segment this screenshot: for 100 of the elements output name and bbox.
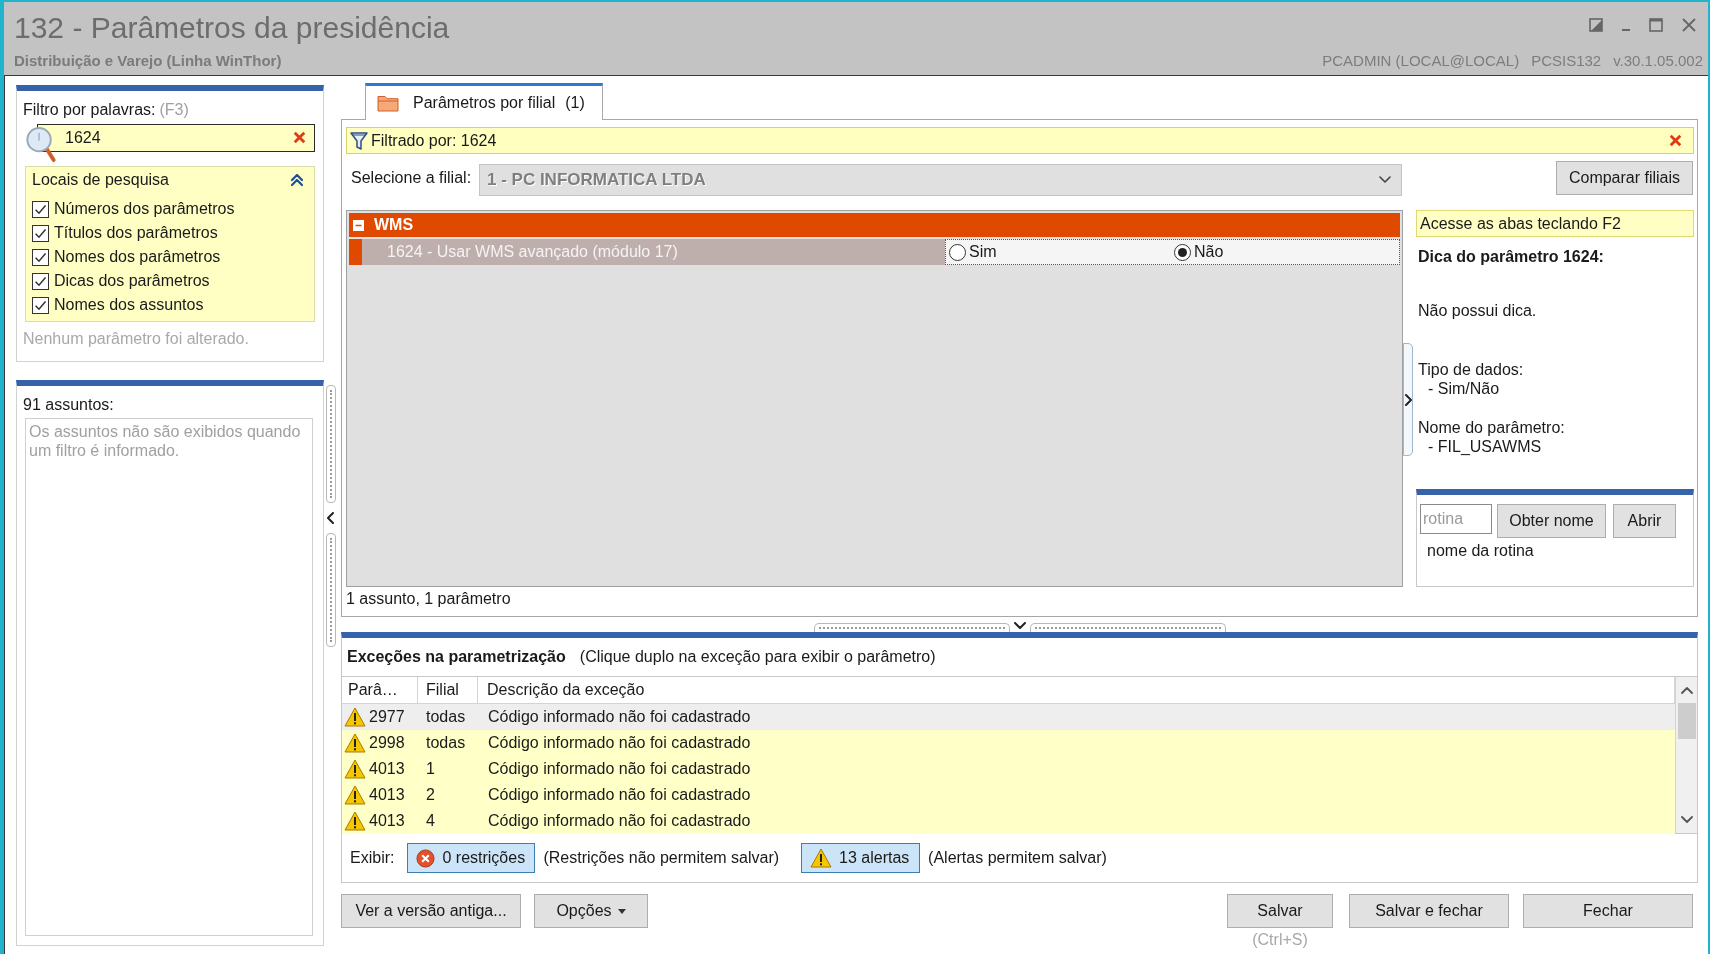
table-row[interactable]: 2977 todas Código informado não foi cadastrado [342, 704, 1675, 730]
column-header[interactable]: Parâ… [342, 677, 418, 703]
scroll-up-icon[interactable] [1680, 687, 1693, 694]
folder-icon [377, 94, 399, 112]
open-button[interactable]: Abrir [1613, 504, 1676, 538]
scrollbar-thumb[interactable] [1677, 703, 1696, 739]
branch-label: Selecione a filial: [351, 168, 473, 188]
table-cell-text: Código informado não foi cadastrado [487, 733, 751, 753]
table-row[interactable]: 2998 todas Código informado não foi cadastrado [342, 730, 1675, 756]
search-field[interactable]: 1624 [37, 124, 315, 152]
subjects-count: 91 assuntos: [23, 395, 115, 415]
radio-label: Sim [969, 242, 997, 262]
exceptions-note: (Clique duplo na exceção para exibir o parâmetro) [579, 647, 936, 667]
radio-label: Não [1194, 242, 1224, 262]
collapse-left-icon[interactable] [327, 512, 334, 524]
scroll-down-icon[interactable] [1680, 816, 1693, 823]
save-button[interactable]: Salvar [1227, 894, 1333, 928]
table-row[interactable]: 4013 1 Código informado não foi cadastrado [342, 756, 1675, 782]
status-text: Nenhum parâmetro foi alterado. [23, 329, 250, 349]
detail-value: - FIL_USAWMS [1427, 437, 1543, 456]
option-group[interactable]: Sim Não [945, 239, 1400, 265]
program-code: PCSIS132 [1531, 51, 1602, 71]
routine-field[interactable]: rotina [1420, 504, 1492, 534]
checkbox[interactable] [32, 272, 49, 290]
warning-icon [344, 733, 366, 753]
radio-button[interactable] [949, 243, 966, 261]
summary-text: 1 assunto, 1 parâmetro [346, 589, 511, 609]
caret-down-icon [617, 908, 626, 914]
column-header[interactable]: Filial [418, 677, 478, 703]
warning-icon [344, 785, 366, 805]
collapse-down-icon[interactable] [1013, 622, 1026, 629]
warning-icon [344, 707, 366, 727]
options-menu-button[interactable]: Opções [534, 894, 648, 928]
old-version-button[interactable]: Ver a versão antiga... [341, 894, 521, 928]
show-label: Exibir: [350, 848, 395, 868]
scrollbar[interactable] [1675, 677, 1697, 833]
splitter-grip[interactable] [1403, 343, 1413, 456]
splitter-grip[interactable] [1029, 623, 1226, 632]
clear-filter-icon[interactable] [1669, 134, 1682, 147]
restore-icon[interactable] [1589, 18, 1603, 32]
checkbox[interactable] [32, 248, 49, 266]
funnel-icon [350, 130, 368, 151]
group-header[interactable]: WMS [349, 213, 1400, 237]
table-cell-text: todas [425, 707, 467, 727]
splitter-grip[interactable] [813, 623, 1010, 632]
warning-icon [810, 848, 833, 868]
warning-icon [344, 811, 366, 831]
filter-toggle[interactable]: 13 alertas [801, 843, 921, 873]
empty-message: Os assuntos não são exibidos quando um filtro é informado. [29, 422, 302, 460]
table-cell: 2977 [369, 707, 405, 727]
table-cell-text: 1 [425, 759, 436, 779]
splitter-grip[interactable] [325, 385, 336, 503]
table-row[interactable]: 4013 4 Código informado não foi cadastrado [342, 808, 1675, 834]
table-cell: 4013 [369, 785, 405, 805]
table-row[interactable]: 4013 2 Código informado não foi cadastrado [342, 782, 1675, 808]
detail-heading: Tipo de dados: [1418, 360, 1525, 379]
detail-heading: Nome do parâmetro: [1418, 418, 1566, 437]
toggle-note: (Alertas permitem salvar) [928, 848, 1107, 868]
filter-toggle[interactable]: 0 restrições [407, 843, 536, 873]
close-icon[interactable] [1682, 18, 1696, 32]
table-cell-text: Código informado não foi cadastrado [487, 759, 751, 779]
notice-banner: Acesse as abas teclando F2 [1416, 210, 1694, 237]
window-title: 132 - Parâmetros da presidência [14, 10, 450, 46]
checkbox-label: Dicas dos parâmetros [54, 271, 210, 291]
exceptions-title: Exceções na parametrização [347, 647, 566, 667]
hint-title: Dica do parâmetro 1624: [1418, 247, 1605, 267]
filter-text: Filtrado por: 1624 [371, 130, 497, 151]
version-label: v.30.1.05.002 [1613, 51, 1703, 71]
tab[interactable]: Parâmetros por filial (1) [365, 83, 603, 120]
toggle-note: (Restrições não permitem salvar) [543, 848, 780, 868]
checkbox-label: Títulos dos parâmetros [54, 223, 218, 243]
save-and-close-button[interactable]: Salvar e fechar [1349, 894, 1509, 928]
checkbox[interactable] [32, 200, 49, 218]
expand-right-icon[interactable] [1404, 393, 1412, 406]
filter-label: Filtro por palavras: [23, 100, 156, 120]
routine-name: nome da rotina [1426, 541, 1535, 561]
collapse-icon[interactable] [291, 174, 303, 186]
table-cell: 4013 [369, 811, 405, 831]
radio-button[interactable] [1174, 243, 1191, 261]
table-cell-text: 2 [425, 785, 436, 805]
compare-button[interactable]: Comparar filiais [1556, 161, 1693, 195]
table-cell-text: Código informado não foi cadastrado [487, 811, 751, 831]
group-indent-bar [349, 239, 362, 265]
chevron-down-icon [1379, 176, 1391, 183]
user-label: PCADMIN (LOCAL@LOCAL) [1322, 51, 1520, 71]
checkbox[interactable] [32, 224, 49, 242]
table-cell-text: todas [425, 733, 467, 753]
clear-icon[interactable] [293, 131, 306, 144]
window-subtitle: Distribuição e Varejo (Linha WinThor) [14, 51, 283, 71]
close-button[interactable]: Fechar [1523, 894, 1693, 928]
table-cell-text: 4 [425, 811, 436, 831]
maximize-icon[interactable] [1649, 18, 1663, 32]
get-name-button[interactable]: Obter nome [1497, 504, 1606, 538]
checkbox[interactable] [32, 296, 49, 314]
section-title: Locais de pesquisa [32, 170, 169, 190]
error-icon [416, 848, 436, 868]
search-icon [25, 126, 57, 163]
checkbox-label: Nomes dos parâmetros [54, 247, 221, 267]
splitter-grip[interactable] [325, 533, 336, 647]
detail-value: - Sim/Não [1427, 379, 1501, 398]
